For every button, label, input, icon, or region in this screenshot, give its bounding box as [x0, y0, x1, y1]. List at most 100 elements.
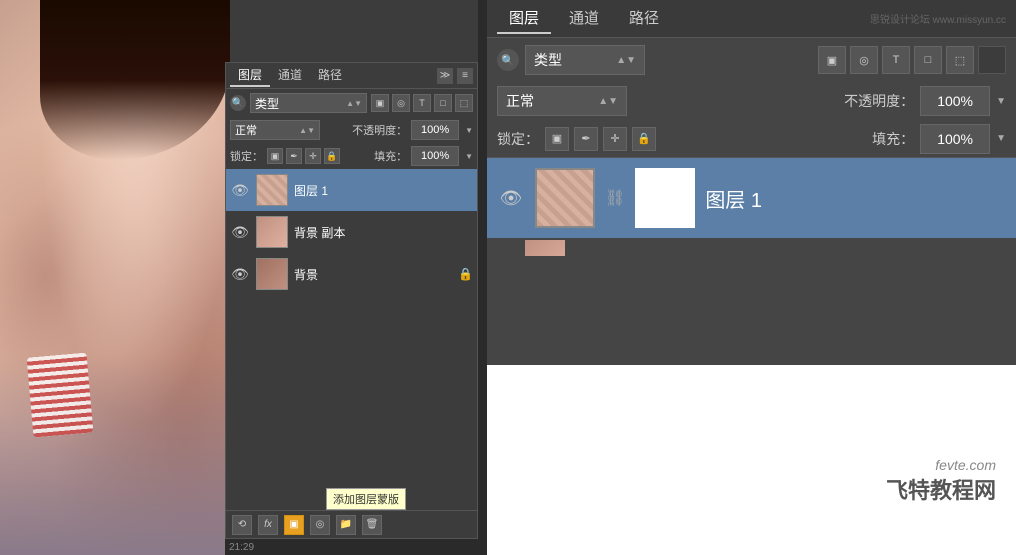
fill-chevron-large: ▼: [996, 133, 1006, 144]
layers-panel-small: 图层 通道 路径 ≫ ≡ 🔍 类型 ▲▼ ▣ ◎ T □ ⬚ 正常 ▲▼ 不透明…: [225, 62, 478, 539]
filter-shape-icon-large[interactable]: □: [914, 46, 942, 74]
filter-icons-small: ▣ ◎ T □ ⬚: [371, 94, 473, 112]
panel-tabs-large: 图层 通道 路径 思锐设计论坛 www.missyun.cc: [487, 0, 1016, 38]
opacity-label-large: 不透明度：: [844, 91, 914, 111]
group-btn[interactable]: 📁: [336, 515, 356, 535]
add-mask-btn[interactable]: ▣: [284, 515, 304, 535]
tooltip-add-mask: 添加图层蒙版: [326, 488, 406, 510]
brand-url: fevte.com: [886, 457, 996, 473]
filter-select-chevron: ▲▼: [346, 99, 362, 108]
fx-btn[interactable]: fx: [258, 515, 278, 535]
filter-icons-large: ▣ ◎ T □ ⬚: [818, 46, 1006, 74]
layer-item-2[interactable]: 👁 背景 副本: [226, 211, 477, 253]
fill-value-large[interactable]: 100%: [920, 124, 990, 154]
eye-icon-layer2[interactable]: 👁: [230, 222, 250, 242]
filter-shape-icon[interactable]: □: [434, 94, 452, 112]
tab-channels-large[interactable]: 通道: [557, 3, 611, 34]
filter-row-small: 🔍 类型 ▲▼ ▣ ◎ T □ ⬚: [226, 89, 477, 117]
layer-name-1: 图层 1: [294, 182, 473, 199]
layer-thumb-face-3: [257, 259, 287, 289]
filter-pixel-icon[interactable]: ▣: [371, 94, 389, 112]
lock-draw-icon[interactable]: ✒: [286, 148, 302, 164]
opacity-chevron-small: ▼: [465, 126, 473, 135]
filter-adjust-icon[interactable]: ◎: [392, 94, 410, 112]
fill-value-small[interactable]: 100%: [411, 146, 459, 166]
lock-label-large: 锁定：: [497, 129, 539, 149]
lock-icons-large: ▣ ✒ ✛ 🔒: [545, 127, 656, 151]
lock-move-icon[interactable]: ✛: [305, 148, 321, 164]
filter-pixel-icon-large[interactable]: ▣: [818, 46, 846, 74]
lock-icons-small: ▣ ✒ ✛ 🔒: [267, 148, 340, 164]
layer-item-1[interactable]: 👁 图层 1: [226, 169, 477, 211]
lock-all-icon-large[interactable]: 🔒: [632, 127, 656, 151]
lock-pixel-icon-large[interactable]: ▣: [545, 127, 569, 151]
large-layer-item-1[interactable]: 👁 ⛓ 图层 1: [487, 158, 1016, 238]
panel-menu-btn[interactable]: ≡: [457, 68, 473, 84]
lock-label-small: 锁定：: [230, 148, 263, 164]
filter-extra-icon-large[interactable]: [978, 46, 1006, 74]
tab-layers-large[interactable]: 图层: [497, 3, 551, 34]
filter-type-select-large[interactable]: 类型 ▲▼: [525, 45, 645, 75]
layers-panel-large: 图层 通道 路径 思锐设计论坛 www.missyun.cc 🔍 类型 ▲▼ ▣…: [487, 0, 1016, 555]
tab-paths-small[interactable]: 路径: [310, 64, 350, 87]
search-icon-large: 🔍: [497, 49, 519, 71]
filter-text-icon[interactable]: T: [413, 94, 431, 112]
layer-name-2: 背景 副本: [294, 224, 473, 241]
lock-draw-icon-large[interactable]: ✒: [574, 127, 598, 151]
fill-label-large: 填充：: [872, 129, 914, 149]
lock-row-large: 锁定： ▣ ✒ ✛ 🔒 填充： 100% ▼: [487, 120, 1016, 158]
fill-label-small: 填充：: [374, 148, 407, 164]
blend-row-small: 正常 ▲▼ 不透明度： 100% ▼: [226, 117, 477, 143]
fill-chevron-small: ▼: [465, 152, 473, 161]
large-layer-item-2-partial[interactable]: [487, 238, 1016, 258]
photo-hair: [40, 0, 230, 160]
photo-background: [0, 0, 230, 555]
brand-name: 飞特教程网: [886, 473, 996, 505]
large-layer-thumb-partial: [525, 240, 565, 256]
tab-paths-large[interactable]: 路径: [617, 3, 671, 34]
tab-channels-small[interactable]: 通道: [270, 64, 310, 87]
lock-move-icon-large[interactable]: ✛: [603, 127, 627, 151]
eye-icon-layer1[interactable]: 👁: [230, 180, 250, 200]
panel-tabs-right: ≫ ≡: [437, 68, 473, 84]
status-time: 21:29: [229, 542, 254, 553]
panel-divider: [478, 0, 487, 555]
large-eye-icon-layer1[interactable]: 👁: [497, 184, 525, 212]
filter-adjust-icon-large[interactable]: ◎: [850, 46, 878, 74]
blend-mode-select-large[interactable]: 正常 ▲▼: [497, 86, 627, 116]
lock-all-icon[interactable]: 🔒: [324, 148, 340, 164]
panel-tabs-small: 图层 通道 路径 ≫ ≡: [226, 63, 477, 89]
filter-type-select-small[interactable]: 类型 ▲▼: [250, 93, 367, 113]
blend-chevron-small: ▲▼: [299, 126, 315, 135]
filter-row-large: 🔍 类型 ▲▼ ▣ ◎ T □ ⬚: [487, 38, 1016, 82]
lock-row-small: 锁定： ▣ ✒ ✛ 🔒 填充： 100% ▼: [226, 143, 477, 169]
eye-icon-layer3[interactable]: 👁: [230, 264, 250, 284]
delete-btn[interactable]: 🗑: [362, 515, 382, 535]
layer-name-3: 背景: [294, 266, 452, 283]
large-layer-mask: [635, 168, 695, 228]
search-icon-small: 🔍: [230, 95, 246, 111]
chain-link-icon: ⛓: [605, 188, 625, 208]
link-btn[interactable]: ⟲: [232, 515, 252, 535]
watermark-text: 思锐设计论坛 www.missyun.cc: [870, 11, 1006, 26]
layer-thumb-3: [256, 258, 288, 290]
opacity-value-small[interactable]: 100%: [411, 120, 459, 140]
layer-item-3[interactable]: 👁 背景 🔒: [226, 253, 477, 295]
large-layer-name-1: 图层 1: [705, 184, 1006, 213]
filter-smart-icon[interactable]: ⬚: [455, 94, 473, 112]
tab-layers-small[interactable]: 图层: [230, 64, 270, 87]
filter-smart-icon-large[interactable]: ⬚: [946, 46, 974, 74]
filter-text-icon-large[interactable]: T: [882, 46, 910, 74]
brand-watermark: fevte.com 飞特教程网: [886, 457, 996, 505]
lock-pixel-icon[interactable]: ▣: [267, 148, 283, 164]
opacity-value-large[interactable]: 100%: [920, 86, 990, 116]
panel-expand-btn[interactable]: ≫: [437, 68, 453, 84]
adjustment-btn[interactable]: ◎: [310, 515, 330, 535]
layer-thumb-2: [256, 216, 288, 248]
blend-mode-select-small[interactable]: 正常 ▲▼: [230, 120, 320, 140]
opacity-chevron-large: ▼: [996, 96, 1006, 107]
opacity-label-small: 不透明度：: [352, 122, 407, 138]
large-layer-texture-fill: [537, 170, 593, 226]
layer-lock-icon: 🔒: [458, 267, 473, 281]
layer-thumb-1: [256, 174, 288, 206]
